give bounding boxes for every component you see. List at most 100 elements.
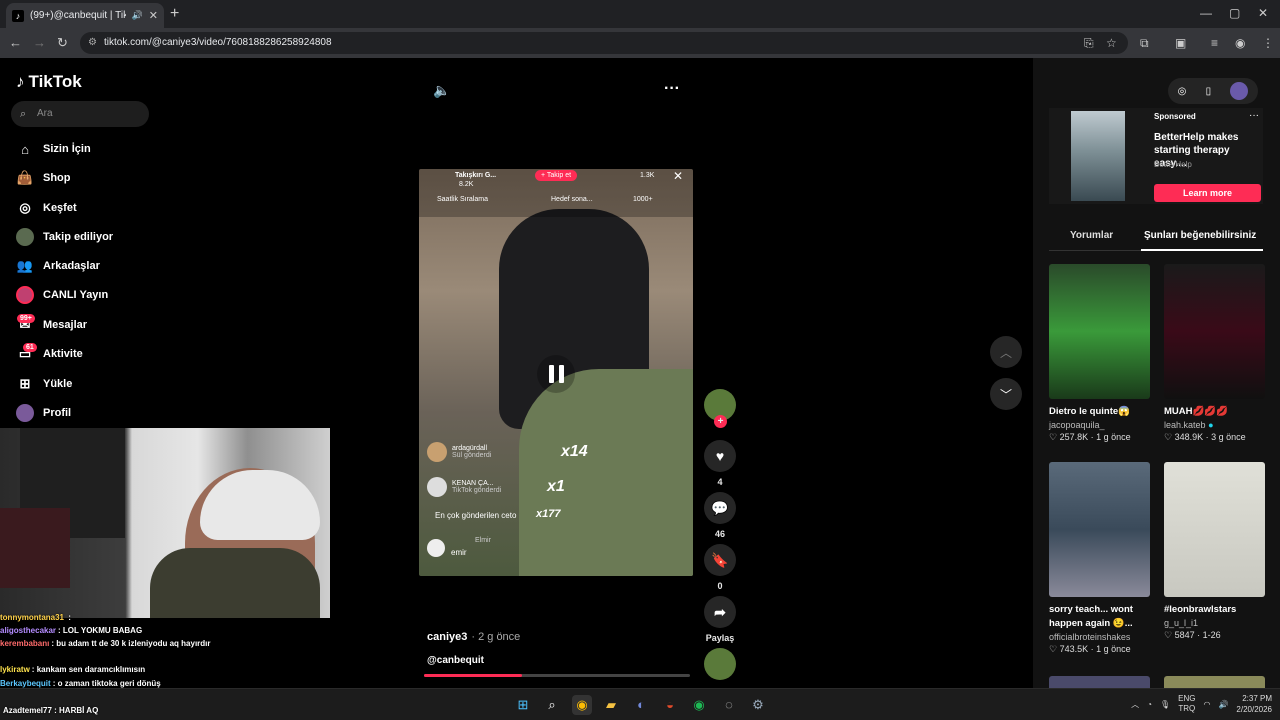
learn-more-button[interactable]: Learn more <box>1154 184 1261 202</box>
card-author[interactable]: jacopoaquila_ <box>1049 420 1150 430</box>
user-avatar[interactable] <box>1230 82 1249 100</box>
network-icon[interactable]: ◔ <box>1147 700 1152 709</box>
profile-avatar-icon[interactable]: ◉ <box>1235 36 1245 50</box>
save-button[interactable]: 🔖 0 <box>704 544 736 591</box>
maximize-icon[interactable]: ▢ <box>1229 6 1240 20</box>
share-button[interactable]: ➦ Paylaş <box>704 596 736 643</box>
back-icon[interactable]: ← <box>9 35 22 50</box>
settings-gear-icon[interactable]: ⚙ <box>748 695 768 715</box>
wifi-icon[interactable]: ◠ <box>1203 700 1210 709</box>
sidebar-item-following[interactable]: Takip ediliyor <box>16 228 113 246</box>
ad-thumbnail[interactable] <box>1071 111 1125 201</box>
card-thumbnail[interactable] <box>1164 264 1265 399</box>
sponsored-label: Sponsored <box>1154 112 1196 121</box>
card-title[interactable]: #leonbrawlstars <box>1164 603 1265 617</box>
sound-avatar <box>704 648 736 680</box>
card-age: 1-26 <box>1202 630 1221 640</box>
comment-count: 46 <box>714 529 725 539</box>
chat-line: kerembabanı: bu adam tt de 30 k izleniyo… <box>0 639 211 649</box>
sidebar-item-friends[interactable]: 👥 Arkadaşlar <box>16 257 100 275</box>
card-author[interactable]: g_u_l_i1 <box>1164 618 1265 628</box>
card-author-row[interactable]: leah.kateb ● <box>1164 420 1265 430</box>
video-card[interactable]: Dietro le quinte😱 jacopoaquila_ ♡ 257.8K… <box>1049 264 1150 443</box>
card-age: 3 g önce <box>1211 432 1246 442</box>
discord-icon[interactable]: ◐ <box>631 695 651 715</box>
bookmark-star-icon[interactable]: ☆ <box>1106 36 1117 50</box>
obs-icon[interactable]: ◌ <box>719 695 739 715</box>
card-thumbnail[interactable] <box>1164 462 1265 597</box>
volume-tray-icon[interactable]: 🔊 <box>1218 700 1228 709</box>
search-icon[interactable]: ⌕ <box>542 695 562 715</box>
post-description[interactable]: @canbequit <box>427 655 484 666</box>
compass-icon[interactable]: ◎ <box>1178 86 1187 97</box>
more-options-icon[interactable]: ··· <box>664 80 680 98</box>
sound-avatar-button[interactable] <box>704 648 736 685</box>
sidebar-item-explore[interactable]: ◎ Keşfet <box>16 199 76 217</box>
tiktok-logo[interactable]: ♪ TikTok <box>16 72 82 92</box>
chat-line: Azadtemel77 : HARBİ AQ <box>3 706 99 715</box>
comment-button[interactable]: 💬 46 <box>704 492 736 539</box>
sidebar-item-for-you[interactable]: ⌂ Sizin İçin <box>16 140 91 158</box>
card-thumbnail-partial[interactable] <box>1049 676 1150 688</box>
device-icon[interactable]: ▯ <box>1206 86 1212 97</box>
new-tab-button[interactable]: + <box>170 5 179 23</box>
sidebar-item-live[interactable]: CANLI Yayın <box>16 286 108 304</box>
sidebar-item-profile[interactable]: Profil <box>16 404 71 422</box>
sidebar-item-shop[interactable]: 👜 Shop <box>16 169 71 187</box>
install-app-icon[interactable]: ⎘ <box>1084 36 1094 51</box>
app-icon[interactable]: ◒ <box>660 695 680 715</box>
media-icon[interactable]: ≡ <box>1211 36 1218 50</box>
video-card[interactable]: sorry teach... wont happen again 😉... of… <box>1049 462 1150 655</box>
card-title[interactable]: MUAH💋💋💋 <box>1164 405 1265 419</box>
chat-line: aligosthecakar: LOL YOKMU BABAG <box>0 626 143 636</box>
extensions-icon[interactable]: ⧉ <box>1140 36 1149 51</box>
site-info-icon[interactable]: ⚙ <box>88 32 97 54</box>
previous-video-button[interactable]: ︿ <box>990 336 1022 368</box>
chrome-icon[interactable]: ◉ <box>572 695 592 715</box>
tab-recommended[interactable]: Şunları beğenebilirsiniz <box>1144 230 1256 241</box>
file-explorer-icon[interactable]: ▰ <box>601 695 621 715</box>
video-progress-bar[interactable] <box>424 674 690 677</box>
sidebar-item-upload[interactable]: ⊞ Yükle <box>16 375 73 393</box>
pause-bar <box>558 365 564 383</box>
close-window-icon[interactable]: ✕ <box>1258 6 1268 20</box>
ad-more-icon[interactable]: ··· <box>1249 110 1259 121</box>
minimize-icon[interactable]: — <box>1200 6 1212 20</box>
speaker-icon[interactable]: 🔊 <box>132 10 143 21</box>
card-title[interactable]: Dietro le quinte😱 <box>1049 405 1150 419</box>
card-thumbnail[interactable] <box>1049 462 1150 597</box>
tray-chevron-icon[interactable]: ︿ <box>1131 699 1139 710</box>
side-panel-icon[interactable]: ▣ <box>1175 36 1186 50</box>
post-author[interactable]: caniye3 · 2 g önce <box>427 631 520 643</box>
tab-selected-indicator <box>1141 249 1263 251</box>
close-tab-icon[interactable]: ✕ <box>149 9 158 22</box>
card-thumbnail-partial[interactable] <box>1164 676 1265 688</box>
like-button[interactable]: ♥ 4 <box>704 440 736 487</box>
volume-icon[interactable]: 🔈 <box>433 82 450 99</box>
card-stats: ♡ 743.5K · 1 g önce <box>1049 644 1131 654</box>
mic-icon[interactable]: 🎙 <box>1160 700 1170 709</box>
card-thumbnail[interactable] <box>1049 264 1150 399</box>
language-indicator[interactable]: ENG TRQ <box>1178 694 1195 714</box>
video-card[interactable]: #leonbrawlstars g_u_l_i1 ♡ 5847 · 1-26 <box>1164 462 1265 641</box>
follow-plus-icon[interactable]: + <box>714 415 727 428</box>
video-card[interactable]: MUAH💋💋💋 leah.kateb ● ♡ 348.9K · 3 g önce <box>1164 264 1265 443</box>
browser-tab[interactable]: ♪ (99+)@canbequit | TikTok 🔊 ✕ <box>6 3 164 28</box>
url-bar[interactable]: ⚙ tiktok.com/@caniye3/video/760818828625… <box>80 32 1128 54</box>
gift-multiplier: x1 <box>547 478 565 495</box>
author-avatar-button[interactable]: + <box>704 389 736 428</box>
search-input[interactable]: ⌕ Ara <box>11 101 149 127</box>
pause-button[interactable] <box>537 355 575 393</box>
spotify-icon[interactable]: ◉ <box>689 695 709 715</box>
reload-icon[interactable]: ↻ <box>57 35 68 51</box>
card-author[interactable]: officialbroteinshakes <box>1049 632 1150 642</box>
clock[interactable]: 2:37 PM 2/20/2026 <box>1236 693 1272 715</box>
next-video-button[interactable]: ﹀ <box>990 378 1022 410</box>
forward-icon[interactable]: → <box>33 35 46 50</box>
card-title[interactable]: sorry teach... wont happen again 😉... <box>1049 603 1150 631</box>
windows-start-icon[interactable]: ⊞ <box>513 695 533 715</box>
card-likes: 5847 <box>1174 630 1195 640</box>
tab-comments[interactable]: Yorumlar <box>1070 230 1113 241</box>
menu-icon[interactable]: ⋮ <box>1262 36 1274 50</box>
sponsored-ad[interactable]: Sponsored ··· BetterHelp makes starting … <box>1049 108 1263 204</box>
